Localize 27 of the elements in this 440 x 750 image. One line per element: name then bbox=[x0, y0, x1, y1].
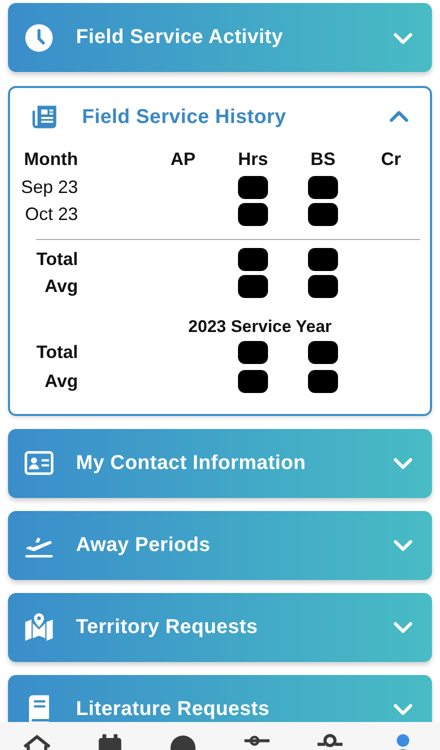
section-title: Field Service History bbox=[82, 106, 288, 128]
column-header: BS bbox=[309, 149, 336, 170]
column-header: Month bbox=[23, 149, 78, 170]
section-title: Away Periods bbox=[76, 534, 212, 556]
column-header: Hrs bbox=[236, 149, 269, 170]
row-label: Avg bbox=[44, 370, 78, 392]
month-label: Oct 23 bbox=[24, 204, 78, 226]
row-label: Total bbox=[35, 342, 78, 364]
month-label: Sep 23 bbox=[20, 176, 78, 198]
clock-icon bbox=[24, 22, 54, 52]
section-header[interactable]: Away Periods bbox=[8, 510, 432, 580]
section-header[interactable]: Territory Requests bbox=[8, 592, 432, 662]
contact-card-icon bbox=[24, 448, 54, 478]
column-header: AP bbox=[169, 149, 196, 170]
section-title: My Contact Information bbox=[76, 452, 307, 474]
section-header[interactable]: Field Service Activity bbox=[8, 3, 432, 72]
column-header: Cr bbox=[380, 149, 402, 170]
service-year-title: 2023 Service Year bbox=[187, 316, 333, 336]
row-label: Total bbox=[35, 248, 78, 270]
section-header[interactable]: Literature Requests bbox=[8, 674, 432, 722]
section-title: Literature Requests bbox=[76, 698, 271, 720]
section-title: Field Service Activity bbox=[76, 26, 284, 49]
section-header[interactable]: My Contact Information bbox=[8, 428, 432, 498]
section-header[interactable]: Field Service History bbox=[14, 88, 426, 146]
section-title: Territory Requests bbox=[76, 616, 259, 638]
row-label: Avg bbox=[44, 276, 78, 298]
map-pin-icon bbox=[24, 612, 54, 642]
